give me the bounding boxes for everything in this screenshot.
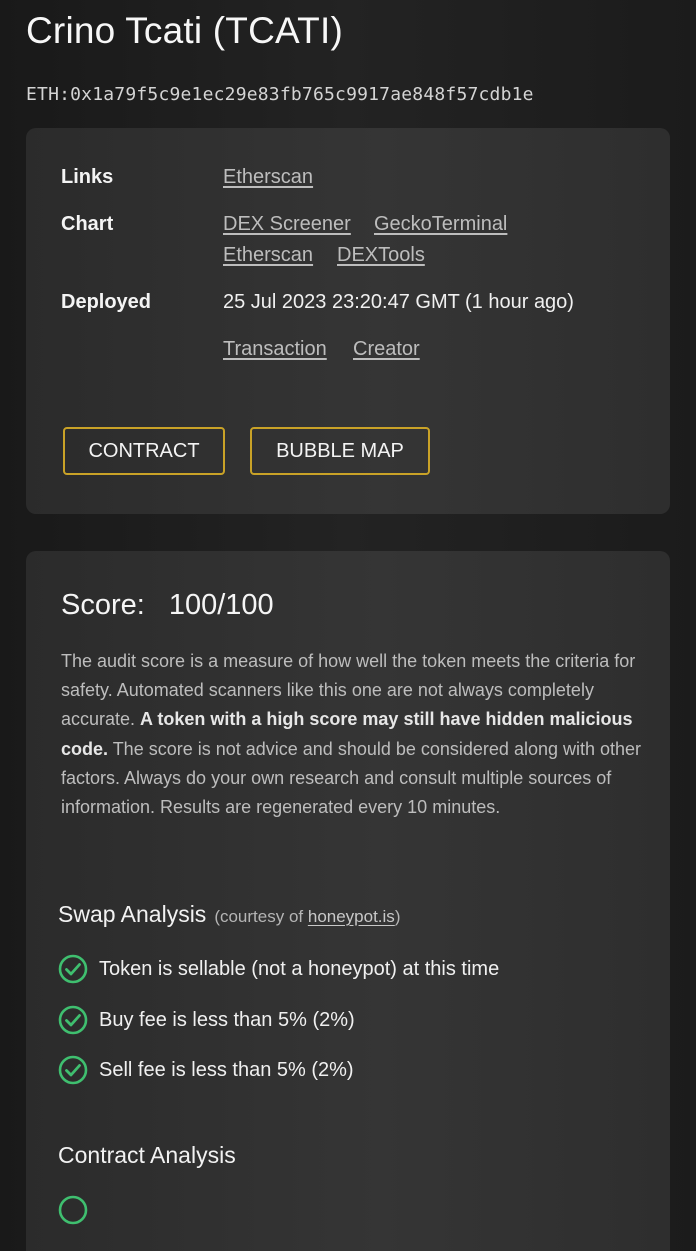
contract-analysis-title: Contract Analysis (58, 1142, 236, 1168)
swap-check-item: Buy fee is less than 5% (2%) (58, 1005, 355, 1035)
score-description: The audit score is a measure of how well… (61, 647, 646, 822)
swap-check-text: Token is sellable (not a honeypot) at th… (99, 957, 500, 980)
score-value: 100/100 (168, 589, 274, 621)
score-label: Score: (61, 589, 145, 621)
bubble-map-button[interactable]: BUBBLE MAP (250, 427, 430, 475)
token-address: ETH:0x1a79f5c9e1ec29e83fb765c9917ae848f5… (26, 84, 534, 105)
swap-analysis-title: Swap Analysis (58, 901, 207, 927)
check-circle-icon (58, 1005, 88, 1035)
score-heading: Score: 100/100 (61, 589, 274, 622)
swap-check-item: Token is sellable (not a honeypot) at th… (58, 954, 499, 984)
chart-link-dextools[interactable]: DEXTools (337, 244, 425, 267)
deployed-link-creator[interactable]: Creator (353, 338, 420, 361)
honeypot-link[interactable]: honeypot.is (308, 907, 395, 926)
check-circle-icon (58, 954, 88, 984)
token-info-card: Links Etherscan Chart DEX Screener Gecko… (26, 128, 670, 514)
score-description-text-2: The score is not advice and should be co… (61, 738, 642, 818)
swap-check-text: Sell fee is less than 5% (2%) (99, 1058, 354, 1081)
deployed-timestamp: 25 Jul 2023 23:20:47 GMT (1 hour ago) (223, 291, 574, 313)
swap-check-text: Buy fee is less than 5% (2%) (99, 1008, 355, 1031)
score-card: Score: 100/100 The audit score is a measu… (26, 551, 670, 1251)
swap-analysis-heading: Swap Analysis (courtesy of honeypot.is) (58, 901, 400, 928)
links-label: Links (61, 166, 114, 188)
chart-link-etherscan[interactable]: Etherscan (223, 244, 313, 267)
chart-label: Chart (61, 213, 114, 235)
swap-check-item: Sell fee is less than 5% (2%) (58, 1055, 354, 1085)
swap-analysis-courtesy: (courtesy of honeypot.is) (214, 907, 401, 926)
chart-link-dex-screener[interactable]: DEX Screener (223, 213, 351, 236)
link-etherscan[interactable]: Etherscan (223, 166, 313, 189)
deployed-link-transaction[interactable]: Transaction (223, 338, 327, 361)
deployed-label: Deployed (61, 291, 152, 313)
contract-button[interactable]: CONTRACT (63, 427, 225, 475)
chart-link-geckoterminal[interactable]: GeckoTerminal (374, 213, 507, 236)
page-title: Crino Tcati (TCATI) (26, 10, 343, 51)
check-circle-icon (58, 1055, 88, 1085)
